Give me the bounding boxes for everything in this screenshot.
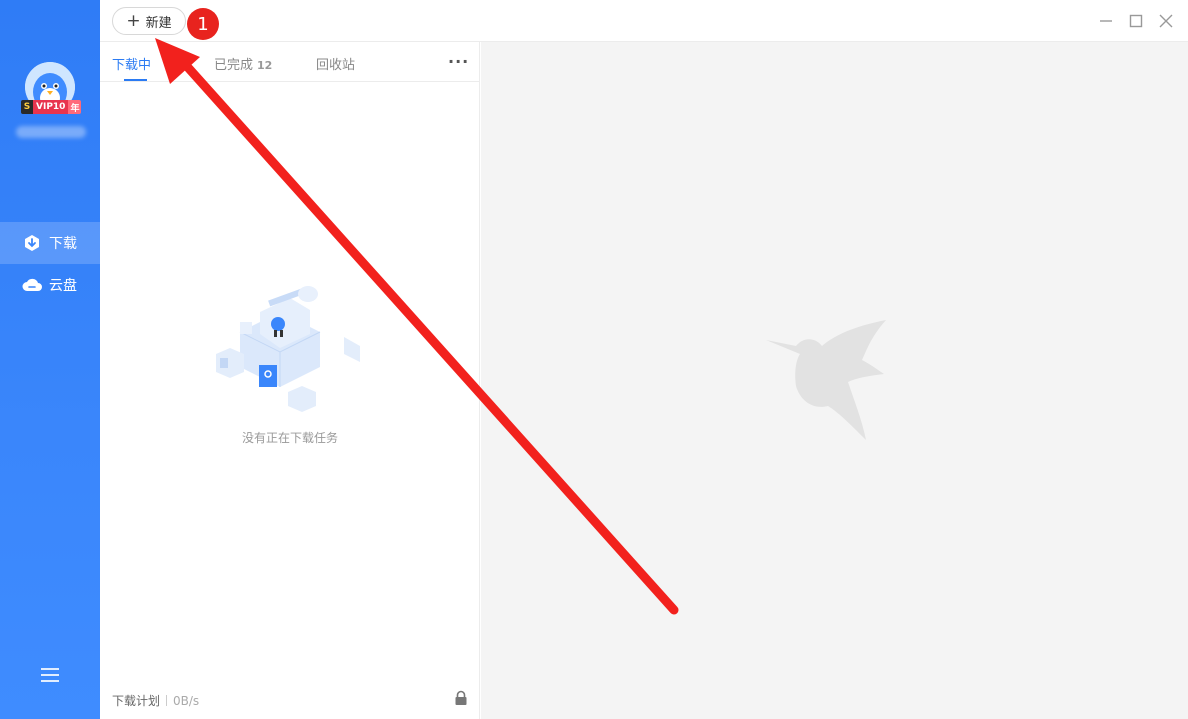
tab-completed-label: 已完成: [214, 58, 254, 73]
step-number-badge: 1: [187, 8, 219, 40]
download-speed: 0B/s: [173, 693, 200, 708]
active-tab-underline: [124, 79, 147, 81]
download-icon: [22, 233, 42, 253]
maximize-button[interactable]: [1128, 13, 1144, 29]
vip-level: VIP10: [33, 100, 69, 114]
status-footer: 下载计划 0B/s: [112, 692, 199, 709]
lock-icon[interactable]: [454, 690, 468, 706]
new-task-label: 新建: [145, 15, 172, 31]
hummingbird-logo-icon: [766, 320, 886, 440]
nav-label-cloud: 云盘: [49, 278, 77, 294]
cloud-icon: [22, 275, 42, 295]
vip-badge: S VIP10 年: [21, 100, 82, 114]
nav-item-cloud[interactable]: 云盘: [0, 264, 100, 306]
task-list-panel: 下载中 已完成 12 回收站 ··· 没有正在下载任务 下载计划 0B/s: [100, 42, 480, 719]
tab-completed[interactable]: 已完成 12: [214, 54, 272, 73]
new-task-button[interactable]: + 新建: [112, 7, 186, 35]
tab-downloading[interactable]: 下载中: [112, 54, 151, 73]
maximize-icon: [1129, 14, 1143, 28]
vip-s-mark: S: [21, 100, 33, 114]
close-icon: [1159, 14, 1173, 28]
nav-item-download[interactable]: 下载: [0, 222, 100, 264]
download-plan-link[interactable]: 下载计划: [112, 692, 160, 709]
minimize-button[interactable]: [1098, 13, 1114, 29]
top-bar: + 新建: [100, 0, 1188, 42]
nav-label-download: 下载: [49, 236, 77, 252]
vip-year: 年: [68, 100, 82, 114]
detail-panel: [481, 42, 1188, 719]
plus-icon: +: [126, 10, 141, 31]
menu-icon[interactable]: [41, 668, 59, 682]
completed-count: 12: [257, 59, 273, 72]
task-tabs: 下载中 已完成 12 回收站 ···: [100, 42, 479, 82]
username-blurred: [16, 126, 86, 138]
tab-recycle[interactable]: 回收站: [316, 54, 355, 73]
minimize-icon: [1100, 20, 1112, 22]
empty-state-text: 没有正在下载任务: [241, 431, 338, 445]
sidebar: S VIP10 年 下载 云盘: [0, 0, 100, 719]
close-button[interactable]: [1158, 13, 1174, 29]
more-options-icon[interactable]: ···: [448, 52, 469, 71]
footer-divider: [166, 695, 168, 706]
user-avatar[interactable]: S VIP10 年: [21, 62, 82, 114]
empty-box-illustration: [216, 286, 360, 412]
